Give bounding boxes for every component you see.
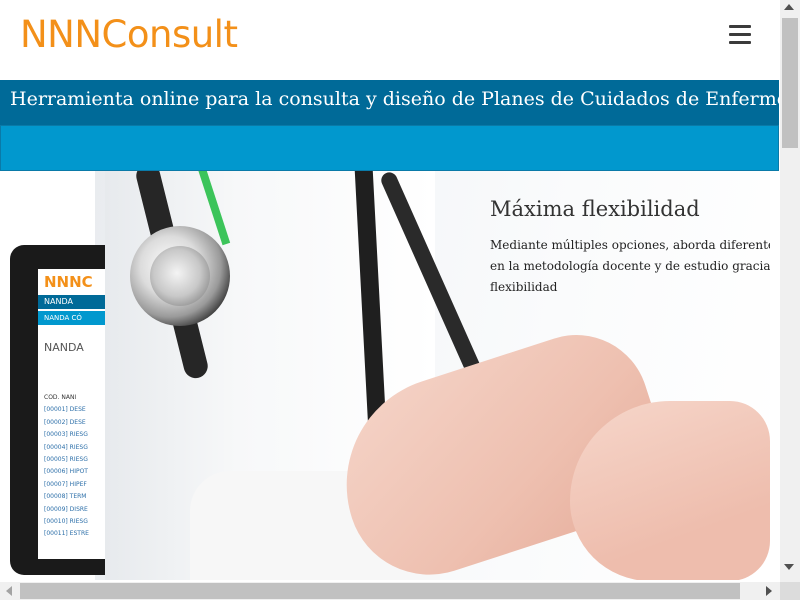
- scroll-up-arrow-icon[interactable]: [784, 4, 794, 10]
- site-header: NNNConsult: [0, 0, 780, 80]
- slide-description: Mediante múltiples opciones, aborda dife…: [490, 238, 770, 294]
- banner-title: Herramienta online para la consulta y di…: [10, 88, 800, 110]
- menu-bar: [729, 41, 751, 44]
- stethoscope-diaphragm: [150, 246, 210, 306]
- hero-slider[interactable]: NNNC NANDA NANDA CÓ NANDA COD. NANI [000…: [10, 171, 770, 580]
- hand-image: [570, 401, 770, 580]
- title-banner: Herramienta online para la consulta y di…: [0, 80, 800, 125]
- sub-banner: [0, 125, 779, 171]
- tablet-image: NNNC NANDA NANDA CÓ NANDA COD. NANI [000…: [10, 245, 120, 575]
- hamburger-menu-icon[interactable]: [729, 25, 751, 45]
- tablet-heading: NANDA: [44, 341, 84, 354]
- scroll-right-arrow-icon[interactable]: [766, 586, 772, 596]
- scrollbar-corner: [780, 582, 800, 600]
- site-logo[interactable]: NNNConsult: [20, 13, 238, 56]
- horizontal-scroll-thumb[interactable]: [20, 583, 740, 599]
- scroll-left-arrow-icon[interactable]: [6, 586, 12, 596]
- scroll-down-arrow-icon[interactable]: [784, 564, 794, 570]
- menu-bar: [729, 25, 751, 28]
- vertical-scroll-thumb[interactable]: [782, 18, 798, 148]
- menu-bar: [729, 33, 751, 36]
- slide-title: Máxima flexibilidad: [490, 197, 700, 221]
- tablet-logo: NNNC: [44, 273, 93, 291]
